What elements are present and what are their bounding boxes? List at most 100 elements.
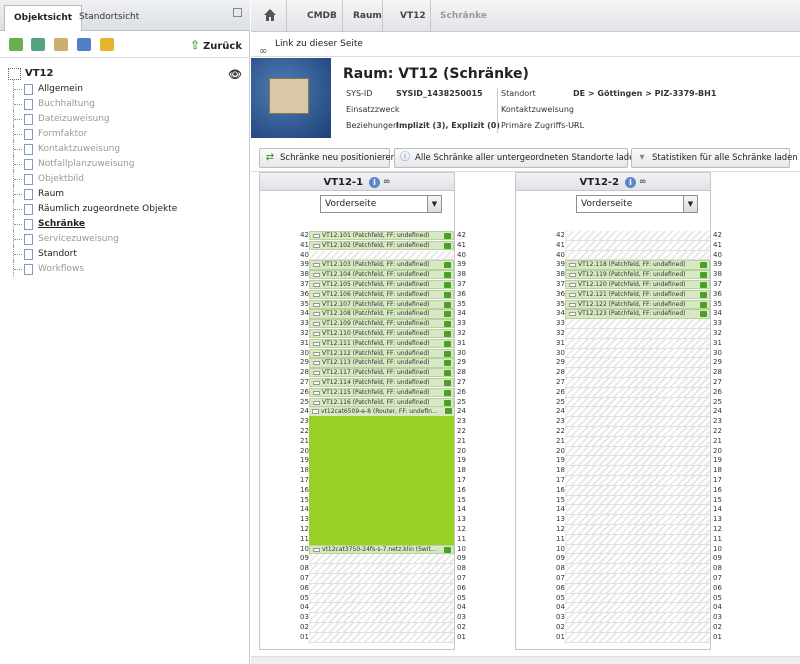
router-device[interactable]: vt12cat6509-e-8 (Router, FF: undefin... (309, 407, 454, 545)
image-icon[interactable] (54, 38, 68, 51)
popout-icon[interactable] (233, 8, 242, 17)
rack-side-select[interactable]: Vorderseite ▼ (320, 195, 442, 213)
empty-slot[interactable] (565, 603, 710, 614)
rack-device[interactable]: VT12.104 (Patchfeld, FF: undefined) (309, 270, 454, 280)
tab-standortsicht[interactable]: Standortsicht (70, 5, 148, 31)
empty-slot[interactable] (565, 485, 710, 496)
empty-slot[interactable] (565, 466, 710, 476)
horizontal-scrollbar[interactable] (251, 656, 800, 664)
empty-slot[interactable] (565, 613, 710, 623)
tree-item[interactable]: Raum (8, 185, 248, 202)
empty-slot[interactable] (565, 623, 710, 633)
tree-item[interactable]: Workflows (8, 260, 248, 277)
empty-slot[interactable] (309, 583, 454, 594)
book-icon[interactable] (77, 38, 91, 51)
tree-item[interactable]: Allgemein (8, 80, 248, 97)
rack-device[interactable]: VT12.106 (Patchfeld, FF: undefined) (309, 289, 454, 300)
empty-slot[interactable] (565, 505, 710, 516)
empty-slot[interactable] (565, 515, 710, 525)
tree-item[interactable]: Servicezuweisung (8, 230, 248, 247)
reposition-racks-button[interactable]: ⇄ Schränke neu positionieren (259, 148, 396, 168)
empty-slot[interactable] (309, 250, 454, 261)
link-bar[interactable]: ∞ Link zu dieser Seite (251, 33, 800, 57)
empty-slot[interactable] (565, 583, 710, 594)
rack-device[interactable]: VT12.103 (Patchfeld, FF: undefined) (309, 260, 454, 270)
empty-slot[interactable] (565, 427, 710, 437)
rack-device[interactable]: VT12.102 (Patchfeld, FF: undefined) (309, 240, 454, 251)
tree-item[interactable]: Standort (8, 245, 248, 262)
rack-device[interactable]: VT12.113 (Patchfeld, FF: undefined) (309, 358, 454, 368)
link-label[interactable]: Link zu dieser Seite (275, 39, 363, 49)
empty-slot[interactable] (309, 564, 454, 574)
empty-slot[interactable] (565, 632, 710, 643)
tree-item[interactable]: Schränke (8, 215, 248, 232)
tree-expand-icon[interactable] (9, 38, 23, 51)
lock-icon[interactable] (100, 38, 114, 51)
load-stats-button[interactable]: ▾ Statistiken für alle Schränke laden (631, 148, 798, 168)
tree-collapse-icon[interactable] (31, 38, 45, 51)
empty-slot[interactable] (565, 329, 710, 339)
rack-device[interactable]: vt12cat3750-24fs-s-7.netz.klin (Swit... (309, 544, 454, 554)
tree-root[interactable]: VT12 👁 (8, 66, 248, 82)
tree-item[interactable]: Räumlich zugeordnete Objekte (8, 200, 248, 217)
empty-slot[interactable] (309, 554, 454, 565)
rack-device[interactable]: VT12.123 (Patchfeld, FF: undefined) (565, 309, 710, 319)
tree-item[interactable]: Objektbild (8, 170, 248, 187)
info-icon[interactable]: i (625, 176, 637, 188)
empty-slot[interactable] (565, 544, 710, 555)
tree-item[interactable]: Kontaktzuweisung (8, 140, 248, 157)
empty-slot[interactable] (565, 397, 710, 408)
home-icon[interactable] (263, 8, 277, 22)
empty-slot[interactable] (565, 240, 710, 251)
rack-device[interactable]: VT12.112 (Patchfeld, FF: undefined) (309, 348, 454, 358)
rack-device[interactable]: VT12.101 (Patchfeld, FF: undefined) (309, 231, 454, 241)
rack-side-select[interactable]: Vorderseite ▼ (576, 195, 698, 213)
empty-slot[interactable] (565, 436, 710, 447)
tree-item[interactable]: Formfaktor (8, 125, 248, 142)
rack-device[interactable]: VT12.115 (Patchfeld, FF: undefined) (309, 387, 454, 398)
empty-slot[interactable] (565, 407, 710, 418)
eye-icon[interactable]: 👁 (228, 67, 242, 83)
rack-device[interactable]: VT12.116 (Patchfeld, FF: undefined) (309, 397, 454, 407)
rack-device[interactable]: VT12.108 (Patchfeld, FF: undefined) (309, 309, 454, 319)
rack-device[interactable]: VT12.117 (Patchfeld, FF: undefined) (309, 368, 454, 378)
rack-device[interactable]: VT12.119 (Patchfeld, FF: undefined) (565, 270, 710, 280)
empty-slot[interactable] (309, 632, 454, 643)
rack-device[interactable]: VT12.122 (Patchfeld, FF: undefined) (565, 299, 710, 309)
empty-slot[interactable] (565, 446, 710, 457)
empty-slot[interactable] (309, 574, 454, 584)
load-all-racks-button[interactable]: ⓘ Alle Schränke aller untergeordneten Sta… (394, 148, 643, 168)
empty-slot[interactable] (565, 476, 710, 486)
empty-slot[interactable] (565, 378, 710, 388)
empty-slot[interactable] (565, 348, 710, 359)
empty-slot[interactable] (565, 574, 710, 584)
tree-item[interactable]: Notfallplanzuweisung (8, 155, 248, 172)
empty-slot[interactable] (565, 387, 710, 398)
tree-item[interactable]: Buchhaltung (8, 95, 248, 112)
empty-slot[interactable] (565, 368, 710, 378)
empty-slot[interactable] (565, 456, 710, 467)
rack-device[interactable]: VT12.118 (Patchfeld, FF: undefined) (565, 260, 710, 270)
empty-slot[interactable] (565, 231, 710, 241)
rack-device[interactable]: VT12.109 (Patchfeld, FF: undefined) (309, 319, 454, 329)
link-icon[interactable]: ∞ (639, 173, 647, 191)
tree-item[interactable]: Dateizuweisung (8, 110, 248, 127)
empty-slot[interactable] (565, 534, 710, 545)
rack-device[interactable]: VT12.107 (Patchfeld, FF: undefined) (309, 299, 454, 309)
rack-device[interactable]: VT12.120 (Patchfeld, FF: undefined) (565, 280, 710, 290)
empty-slot[interactable] (565, 564, 710, 574)
rack-device[interactable]: VT12.111 (Patchfeld, FF: undefined) (309, 338, 454, 349)
empty-slot[interactable] (565, 593, 710, 604)
empty-slot[interactable] (565, 554, 710, 565)
empty-slot[interactable] (309, 593, 454, 604)
empty-slot[interactable] (565, 495, 710, 506)
empty-slot[interactable] (309, 623, 454, 633)
empty-slot[interactable] (565, 417, 710, 427)
empty-slot[interactable] (565, 358, 710, 369)
link-icon[interactable]: ∞ (383, 173, 391, 191)
empty-slot[interactable] (565, 319, 710, 329)
rack-device[interactable]: VT12.121 (Patchfeld, FF: undefined) (565, 289, 710, 300)
empty-slot[interactable] (565, 338, 710, 349)
rack-device[interactable]: VT12.114 (Patchfeld, FF: undefined) (309, 378, 454, 388)
rack-device[interactable]: VT12.105 (Patchfeld, FF: undefined) (309, 280, 454, 290)
